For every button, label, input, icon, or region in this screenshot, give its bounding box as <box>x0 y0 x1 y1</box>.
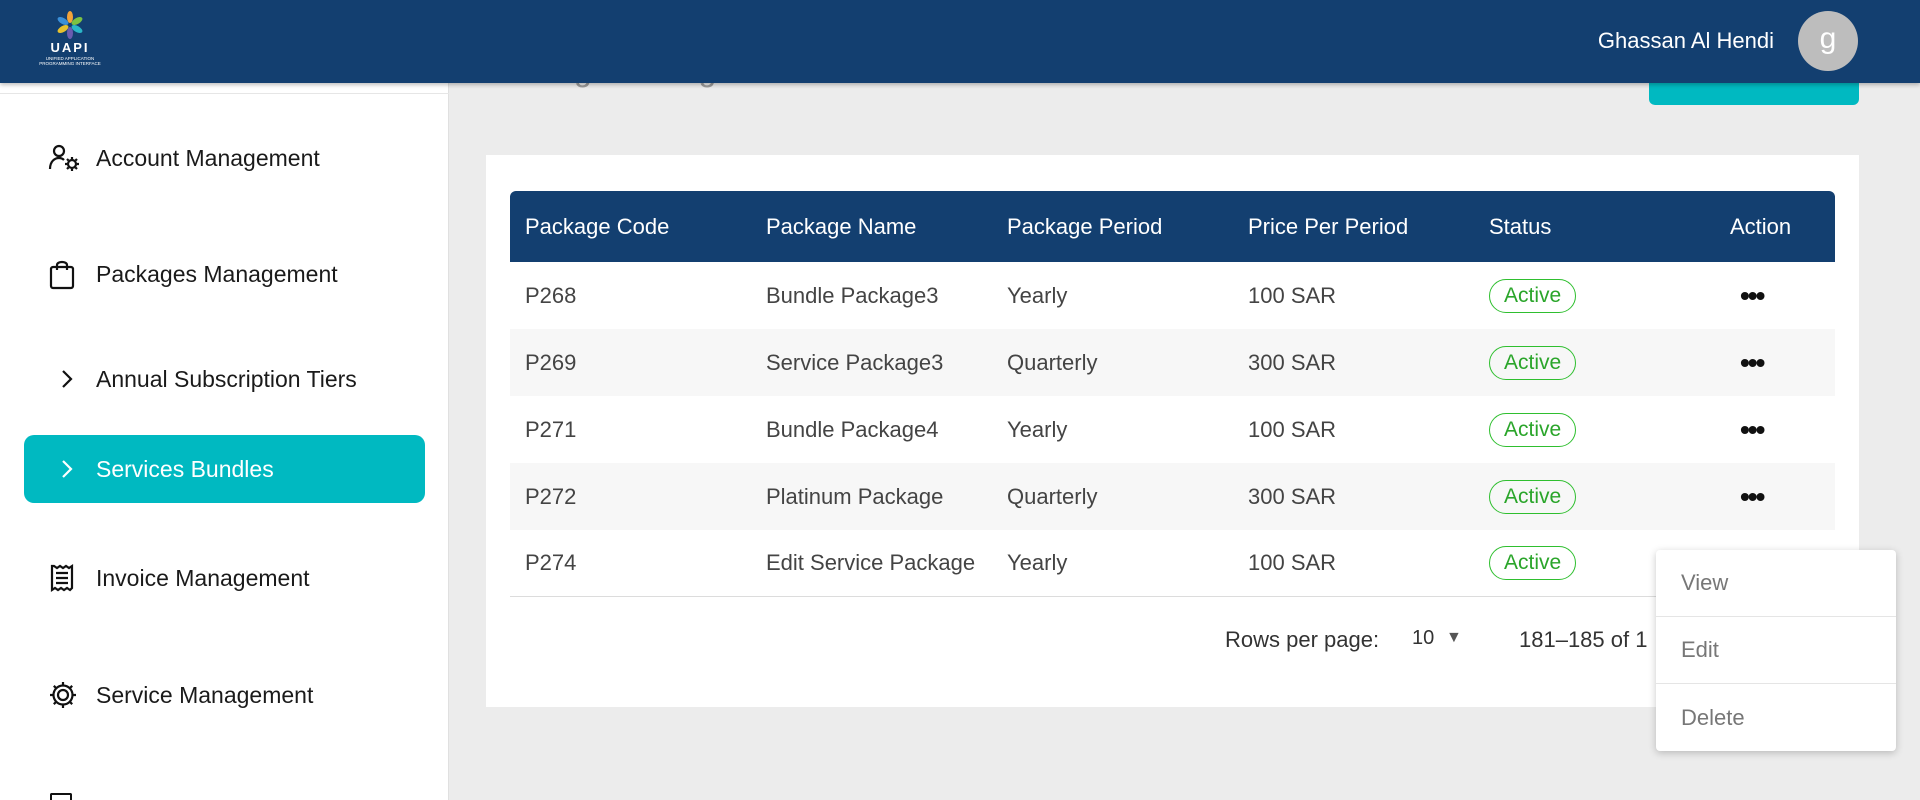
status-badge: Active <box>1489 546 1577 580</box>
logo-wordmark: UAPI <box>50 40 90 55</box>
gear-icon <box>48 679 96 711</box>
package-code: P271 <box>525 416 577 442</box>
package-period: Yearly <box>1007 550 1068 575</box>
user-name: Ghassan Al Hendi <box>1597 28 1774 53</box>
avatar[interactable]: g <box>1798 11 1858 71</box>
edit-menu-item[interactable]: Edit <box>1656 617 1896 684</box>
package-period: Quarterly <box>1007 483 1098 509</box>
table-pagination: Rows per page: 10 ▼ 181–185 of 1 <box>486 619 1859 659</box>
more-actions-icon[interactable]: ••• <box>1730 280 1765 312</box>
logo-subtitle: UNIFIED APPLICATION PROGRAMMING INTERFAC… <box>39 56 101 66</box>
sidebar-divider <box>0 93 449 94</box>
price-per-period: 300 SAR <box>1248 483 1337 509</box>
column-header: Price Per Period <box>1248 213 1409 239</box>
status-badge: Active <box>1489 479 1577 514</box>
price-per-period: 300 SAR <box>1248 349 1337 375</box>
package-code: P268 <box>525 282 577 308</box>
uapi-logo[interactable]: UAPI UNIFIED APPLICATION PROGRAMMING INT… <box>36 10 104 72</box>
view-menu-item[interactable]: View <box>1656 550 1896 617</box>
sidebar-item-service-management[interactable]: Service Management <box>24 661 425 729</box>
receipt-icon <box>48 562 96 594</box>
sidebar-item-label: Annual Subscription Tiers <box>96 365 357 392</box>
price-per-period: 100 SAR <box>1248 282 1337 308</box>
shopping-bag-icon <box>48 258 96 290</box>
column-header: Status <box>1489 213 1552 239</box>
sidebar: Account Management Packages Management A… <box>0 83 449 800</box>
table-row[interactable]: P268 Bundle Package3 Yearly 100 SAR Acti… <box>510 262 1835 329</box>
pagination-range: 181–185 of 1 <box>1519 627 1648 652</box>
table-row[interactable]: P269 Service Package3 Quarterly 300 SAR … <box>510 329 1835 396</box>
table-row[interactable]: P272 Platinum Package Quarterly 300 SAR … <box>510 463 1835 530</box>
packages-card: Package Code Package Name Package Period… <box>486 155 1859 707</box>
rows-per-page-select[interactable]: 10 <box>1412 627 1434 650</box>
package-name: Bundle Package3 <box>766 282 939 308</box>
chevron-right-icon <box>60 453 96 485</box>
status-badge: Active <box>1489 345 1577 380</box>
package-code: P269 <box>525 349 577 375</box>
more-actions-icon[interactable]: ••• <box>1730 481 1765 513</box>
package-code: P274 <box>525 550 577 575</box>
sidebar-item-label: Invoice Management <box>96 564 310 591</box>
chevron-right-icon <box>60 363 96 395</box>
package-name: Platinum Package <box>766 483 944 509</box>
column-header: Action <box>1730 213 1792 239</box>
sidebar-item-label: Service Management <box>96 681 314 708</box>
package-period: Yearly <box>1007 282 1068 308</box>
sidebar-next-item-icon <box>50 793 72 800</box>
sidebar-item-label: Services Bundles <box>96 455 274 482</box>
package-name: Bundle Package4 <box>766 416 939 442</box>
table-row[interactable]: P271 Bundle Package4 Yearly 100 SAR Acti… <box>510 396 1835 463</box>
sidebar-item-packages-management[interactable]: Packages Management <box>24 240 425 308</box>
column-header: Package Period <box>1007 213 1163 239</box>
sidebar-item-services-bundles[interactable]: Services Bundles <box>24 435 425 503</box>
sidebar-item-label: Packages Management <box>96 260 338 287</box>
logo-flower-icon <box>57 11 83 39</box>
status-badge: Active <box>1489 412 1577 447</box>
more-actions-icon[interactable]: ••• <box>1730 347 1765 379</box>
table-row[interactable]: P274 Edit Service Package Yearly 100 SAR… <box>510 530 1835 597</box>
table-header: Package Code Package Name Package Period… <box>510 191 1835 262</box>
sidebar-item-invoice-management[interactable]: Invoice Management <box>24 544 425 612</box>
sidebar-item-label: Account Management <box>96 144 320 171</box>
sidebar-item-account-management[interactable]: Account Management <box>24 124 425 192</box>
sidebar-item-annual-subscription-tiers[interactable]: Annual Subscription Tiers <box>24 345 425 413</box>
price-per-period: 100 SAR <box>1248 416 1337 442</box>
user-gear-icon <box>48 142 96 174</box>
top-header: UAPI UNIFIED APPLICATION PROGRAMMING INT… <box>0 0 1920 83</box>
package-name: Service Package3 <box>766 349 944 375</box>
packages-table: Package Code Package Name Package Period… <box>510 191 1835 597</box>
rows-per-page-label: Rows per page: <box>1225 627 1380 652</box>
delete-menu-item[interactable]: Delete <box>1656 684 1896 751</box>
package-code: P272 <box>525 483 577 509</box>
column-header: Package Code <box>525 213 670 239</box>
row-actions-menu: View Edit Delete <box>1656 550 1896 751</box>
package-period: Quarterly <box>1007 349 1098 375</box>
package-period: Yearly <box>1007 416 1068 442</box>
column-header: Package Name <box>766 213 917 239</box>
price-per-period: 100 SAR <box>1248 550 1337 575</box>
more-actions-icon[interactable]: ••• <box>1730 414 1765 446</box>
package-name: Edit Service Package <box>766 550 976 575</box>
caret-down-icon[interactable]: ▼ <box>1446 629 1462 647</box>
status-badge: Active <box>1489 278 1577 313</box>
